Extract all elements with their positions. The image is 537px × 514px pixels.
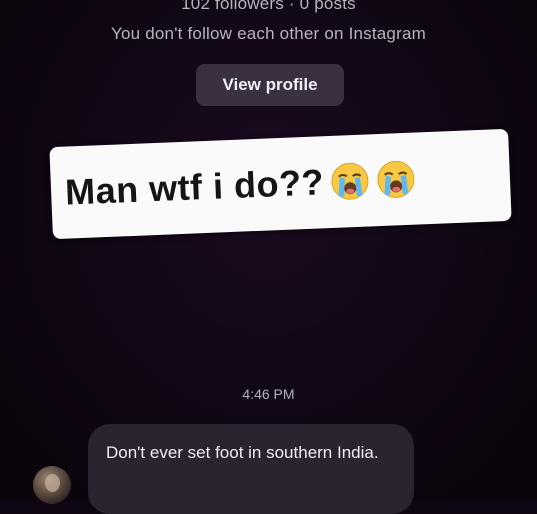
view-profile-button[interactable]: View profile (196, 64, 344, 106)
message-text: Don't ever set foot in southern India. (106, 443, 379, 462)
caption-overlay: Man wtf i do?? (49, 128, 512, 240)
loudly-crying-face-icon (375, 159, 417, 201)
profile-stats: 102 followers · 0 posts (181, 0, 356, 13)
loudly-crying-face-icon (329, 160, 371, 202)
caption-text: Man wtf i do?? (64, 161, 325, 213)
dm-thread-screen: 102 followers · 0 posts You don't follow… (0, 0, 537, 514)
message-bubble[interactable]: Don't ever set foot in southern India. (88, 424, 414, 514)
follow-relationship-text: You don't follow each other on Instagram (111, 24, 426, 43)
message-timestamp: 4:46 PM (242, 386, 295, 402)
avatar[interactable] (33, 466, 71, 504)
avatar-face (45, 474, 60, 492)
